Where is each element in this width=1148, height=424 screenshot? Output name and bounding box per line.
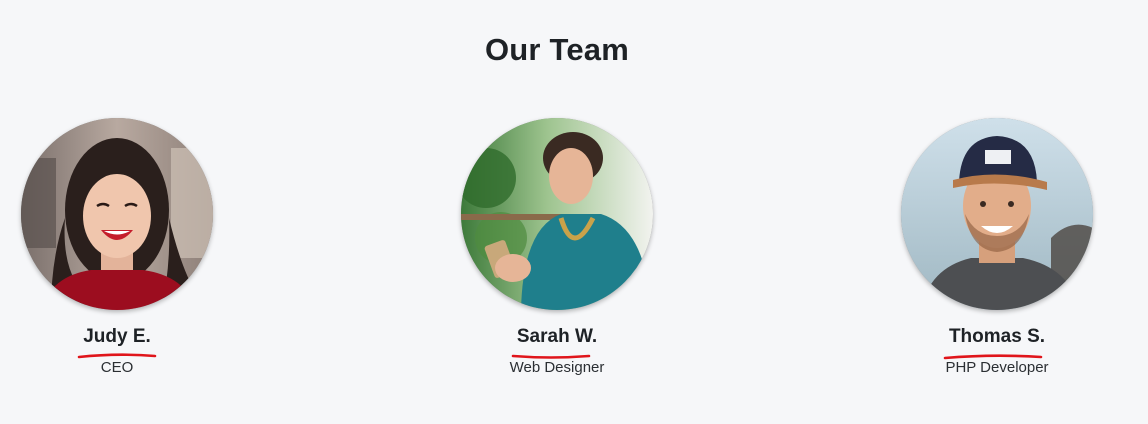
avatar xyxy=(901,118,1093,310)
member-role: CEO xyxy=(100,359,134,376)
member-name: Thomas S. xyxy=(943,326,1047,360)
name-underline xyxy=(511,354,591,359)
member-name: Sarah W. xyxy=(511,326,599,359)
member-role: PHP Developer xyxy=(945,359,1049,376)
member-role: Web Designer xyxy=(509,359,605,376)
avatar xyxy=(21,118,213,310)
team-member-card: Thomas S. PHP Developer xyxy=(887,118,1107,376)
portrait-photo xyxy=(901,118,1093,310)
name-underline xyxy=(943,354,1043,360)
team-member-card: Sarah W. Web Designer xyxy=(447,118,667,376)
name-underline xyxy=(77,353,157,359)
portrait-photo xyxy=(461,118,653,310)
portrait-photo xyxy=(21,118,213,310)
avatar xyxy=(461,118,653,310)
team-member-card: Judy E. CEO xyxy=(7,118,227,376)
section-title: Our Team xyxy=(484,32,629,67)
member-name: Judy E. xyxy=(77,326,157,359)
